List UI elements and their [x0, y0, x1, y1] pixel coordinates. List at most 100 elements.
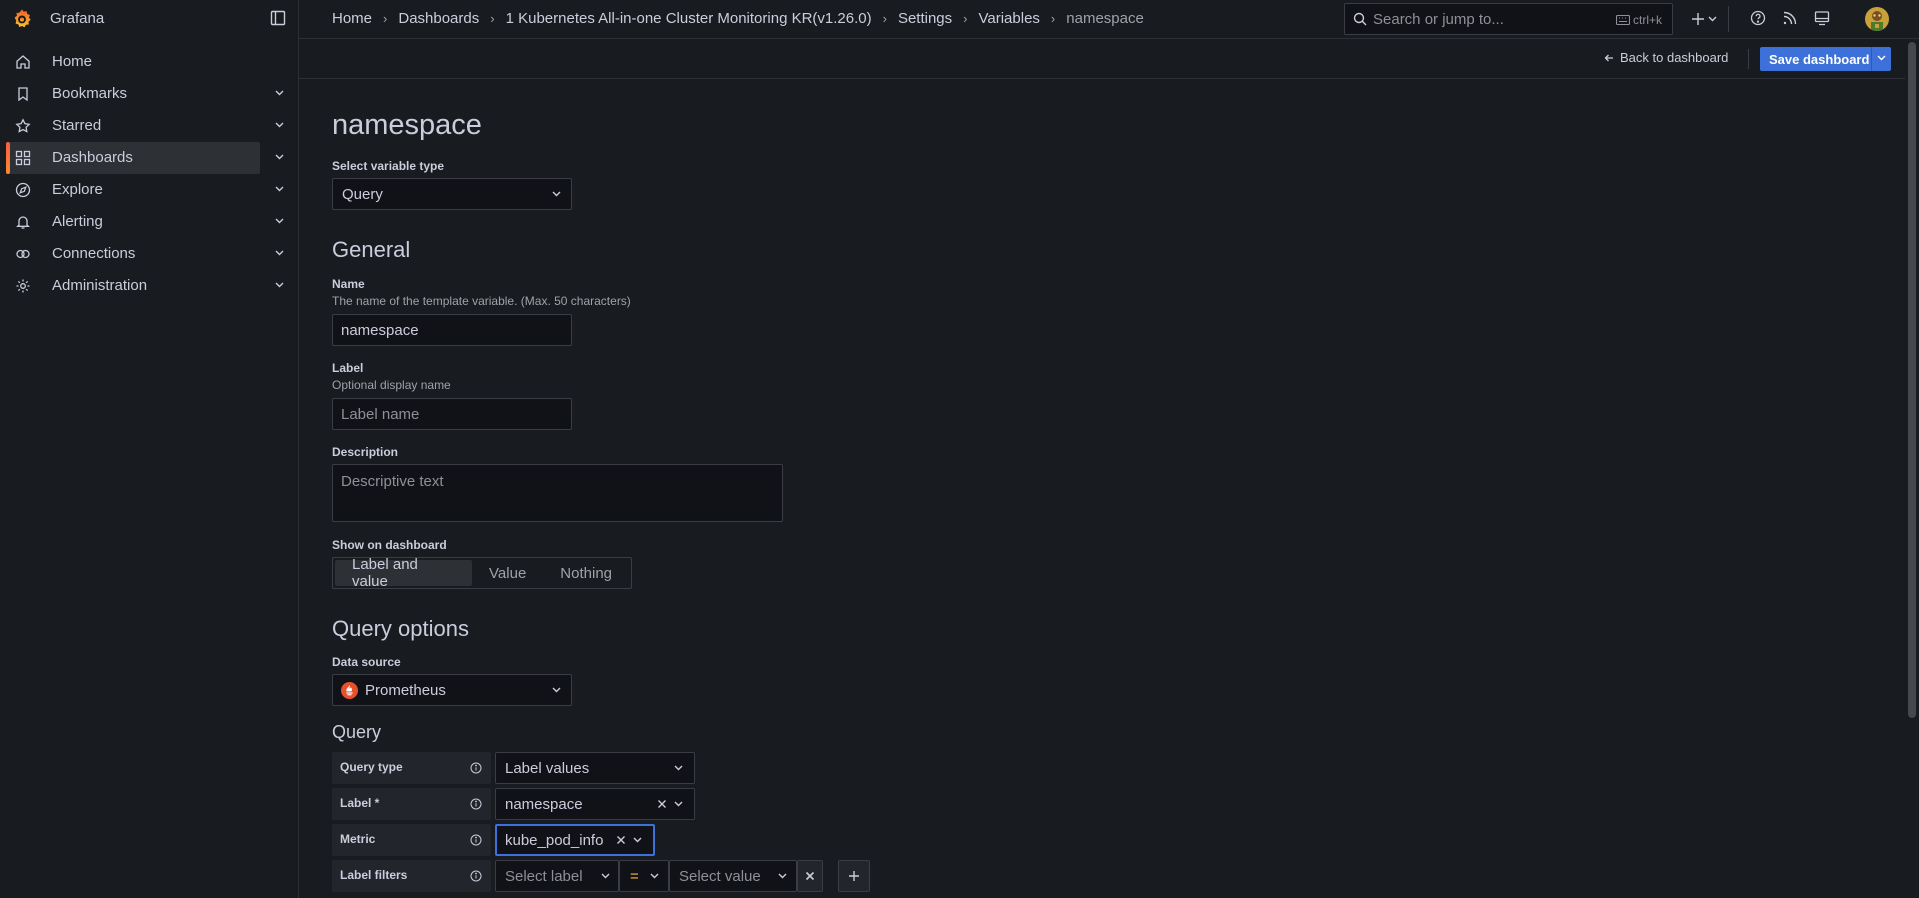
label-input[interactable]: [332, 398, 572, 430]
chevron-down-icon: [650, 873, 659, 879]
metric-select[interactable]: kube_pod_info: [495, 824, 655, 856]
filter-value-placeholder: Select value: [679, 868, 761, 885]
apps-icon: [15, 150, 31, 166]
save-dashboard-button[interactable]: Save dashboard: [1760, 47, 1891, 71]
breadcrumb-settings[interactable]: Settings: [898, 10, 952, 27]
scrollbar-thumb[interactable]: [1908, 42, 1916, 718]
query-type-select[interactable]: Label values: [495, 752, 695, 784]
info-circle-icon[interactable]: [470, 798, 482, 810]
toolbar-divider: [1748, 49, 1749, 69]
sidebar-item-starred[interactable]: Starred: [6, 110, 284, 142]
chevron-down-icon[interactable]: [275, 250, 284, 256]
chevron-down-icon[interactable]: [1877, 55, 1886, 61]
kiosk-monitor-icon[interactable]: [1814, 10, 1830, 26]
breadcrumb-dashboard[interactable]: 1 Kubernetes All-in-one Cluster Monitori…: [506, 10, 872, 27]
breadcrumb-variables[interactable]: Variables: [979, 10, 1040, 27]
metric-label: Metric: [332, 824, 491, 856]
label-filters-label-text: Label filters: [340, 868, 408, 882]
variable-type-value: Query: [342, 186, 383, 203]
name-input[interactable]: [332, 314, 572, 346]
breadcrumb: Home › Dashboards › 1 Kubernetes All-in-…: [332, 10, 1144, 27]
filter-value-select[interactable]: Select value: [669, 860, 797, 892]
chevron-down-icon: [778, 873, 787, 879]
search-shortcut: ctrl+k: [1616, 13, 1662, 27]
chevron-down-icon[interactable]: [275, 122, 284, 128]
filter-operator-value: =: [630, 868, 639, 885]
grafana-logo-icon: [11, 8, 33, 30]
dock-menu-icon[interactable]: [270, 10, 286, 26]
add-filter-button[interactable]: [838, 860, 870, 892]
metric-label-text: Metric: [340, 832, 376, 846]
label-select[interactable]: namespace: [495, 788, 695, 820]
breadcrumb-separator-icon: ›: [963, 11, 968, 26]
description-textarea[interactable]: [332, 464, 783, 522]
sidebar-item-explore[interactable]: Explore: [6, 174, 284, 206]
name-description: The name of the template variable. (Max.…: [332, 294, 631, 308]
chevron-down-icon[interactable]: [275, 218, 284, 224]
avatar[interactable]: [1865, 7, 1889, 31]
brand-name: Grafana: [50, 10, 105, 27]
breadcrumb-dashboards[interactable]: Dashboards: [398, 10, 479, 27]
info-circle-icon[interactable]: [470, 762, 482, 774]
breadcrumb-separator-icon: ›: [1050, 11, 1056, 26]
sidebar: Grafana Home Bookmarks Starred Dashboard…: [0, 0, 299, 898]
rss-icon[interactable]: [1782, 10, 1798, 26]
save-split-divider: [1871, 47, 1872, 71]
chevron-down-icon[interactable]: [275, 90, 284, 96]
query-options-heading: Query options: [332, 616, 469, 641]
datasource-value: Prometheus: [365, 682, 446, 699]
label-row-label: Label *: [332, 788, 491, 820]
sidebar-item-label: Home: [52, 53, 93, 70]
sidebar-item-home[interactable]: Home: [6, 46, 260, 78]
radio-label-and-value[interactable]: Label and value: [335, 556, 473, 590]
breadcrumb-home[interactable]: Home: [332, 10, 372, 27]
sidebar-item-label: Explore: [52, 181, 103, 198]
sidebar-item-alerting[interactable]: Alerting: [6, 206, 284, 238]
search-placeholder: Search or jump to...: [1373, 11, 1504, 28]
sidebar-item-dashboards[interactable]: Dashboards: [6, 142, 284, 174]
keyboard-icon: [1616, 15, 1630, 25]
variable-type-select[interactable]: Query: [332, 178, 572, 210]
datasource-select[interactable]: Prometheus: [332, 674, 572, 706]
compass-icon: [15, 182, 31, 198]
info-circle-icon[interactable]: [470, 834, 482, 846]
query-type-value: Label values: [505, 760, 590, 777]
sidebar-item-connections[interactable]: Connections: [6, 238, 284, 270]
remove-filter-button[interactable]: [797, 860, 823, 892]
back-to-dashboard-button[interactable]: Back to dashboard: [1604, 50, 1728, 65]
radio-value[interactable]: Value: [472, 560, 543, 586]
breadcrumb-separator-icon: ›: [882, 11, 887, 26]
sidebar-item-label: Alerting: [52, 213, 103, 230]
clear-icon[interactable]: [657, 799, 667, 809]
description-label: Description: [332, 445, 399, 459]
toolbar-divider: [1728, 6, 1729, 32]
plus-icon: [848, 870, 860, 882]
chevron-down-icon[interactable]: [275, 282, 284, 288]
chevron-down-icon: [552, 687, 561, 693]
chevron-down-icon[interactable]: [275, 154, 284, 160]
filter-label-placeholder: Select label: [505, 868, 583, 885]
sidebar-item-label: Administration: [52, 277, 148, 294]
filter-operator-select[interactable]: =: [619, 860, 669, 892]
datasource-label: Data source: [332, 655, 401, 669]
chevron-down-icon: [601, 873, 610, 879]
help-icon[interactable]: [1750, 10, 1766, 26]
cog-icon: [15, 278, 31, 294]
brand[interactable]: Grafana: [0, 0, 299, 38]
chevron-down-icon: [674, 765, 683, 771]
name-label: Name: [332, 277, 365, 291]
sidebar-item-bookmarks[interactable]: Bookmarks: [6, 78, 284, 110]
radio-nothing[interactable]: Nothing: [543, 560, 629, 586]
info-circle-icon[interactable]: [470, 870, 482, 882]
chevron-down-icon[interactable]: [275, 186, 284, 192]
sidebar-item-administration[interactable]: Administration: [6, 270, 284, 302]
general-heading: General: [332, 237, 411, 262]
filter-label-select[interactable]: Select label: [495, 860, 619, 892]
variable-type-label: Select variable type: [332, 159, 445, 173]
chevron-down-icon: [674, 801, 683, 807]
new-plus-icon[interactable]: [1691, 11, 1719, 27]
page-title: namespace: [332, 109, 482, 141]
clear-icon[interactable]: [616, 835, 626, 845]
query-type-label: Query type: [332, 752, 491, 784]
search-input[interactable]: Search or jump to... ctrl+k: [1344, 3, 1673, 35]
